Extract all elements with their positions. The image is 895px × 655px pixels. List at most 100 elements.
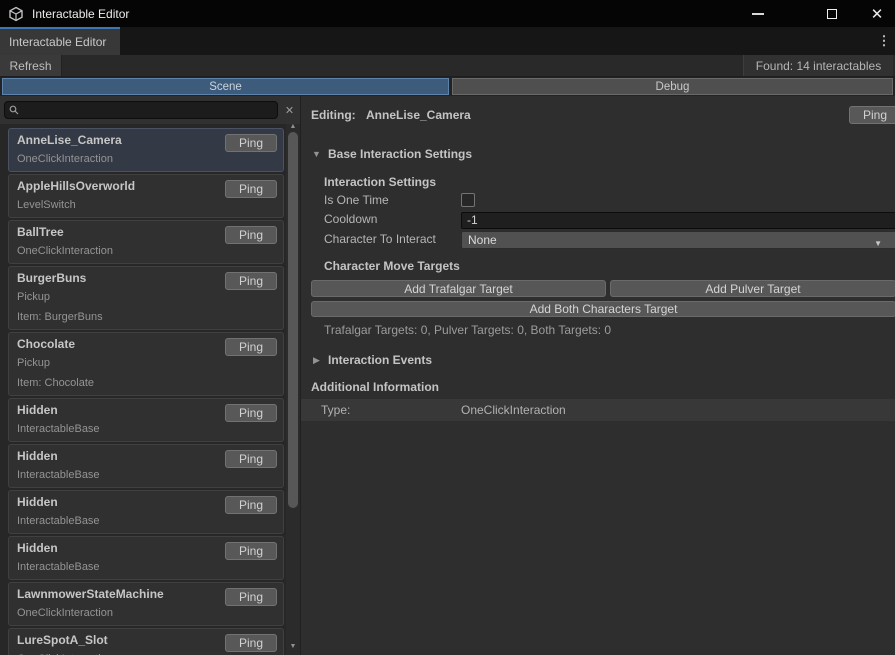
list-item-ping-button[interactable]: Ping xyxy=(225,450,277,468)
list-item[interactable]: BallTreePingOneClickInteraction xyxy=(8,220,284,264)
list-item-lines: InteractableBase xyxy=(17,514,275,534)
interactables-list: AnneLise_CameraPingOneClickInteractionAp… xyxy=(0,124,300,655)
title-bar: Interactable Editor ✕ xyxy=(0,0,895,27)
document-tab-bar: Interactable Editor ⋮ xyxy=(0,27,895,55)
list-item-subtitle: InteractableBase xyxy=(17,514,275,534)
list-item[interactable]: HiddenPingInteractableBase xyxy=(8,444,284,488)
list-item-lines: PickupItem: BurgerBuns xyxy=(17,290,275,330)
list-item-ping-button[interactable]: Ping xyxy=(225,226,277,244)
list-item[interactable]: HiddenPingInteractableBase xyxy=(8,490,284,534)
foldout-collapsed-icon[interactable]: ▶ xyxy=(313,355,320,366)
list-item-subtitle: LevelSwitch xyxy=(17,198,275,218)
list-item[interactable]: HiddenPingInteractableBase xyxy=(8,398,284,442)
search-icon xyxy=(9,105,19,115)
list-item-subtitle: InteractableBase xyxy=(17,422,275,442)
editing-value: AnneLise_Camera xyxy=(366,108,471,122)
type-row: Type: OneClickInteraction xyxy=(301,399,895,421)
targets-summary: Trafalgar Targets: 0, Pulver Targets: 0,… xyxy=(324,323,611,337)
maximize-icon xyxy=(827,9,837,19)
list-item-subtitle: Item: BurgerBuns xyxy=(17,310,275,330)
list-item-lines: PickupItem: Chocolate xyxy=(17,356,275,396)
add-trafalgar-target-button[interactable]: Add Trafalgar Target xyxy=(311,280,606,297)
search-field[interactable] xyxy=(4,101,278,119)
list-item-ping-button[interactable]: Ping xyxy=(225,272,277,290)
list-item-subtitle: OneClickInteraction xyxy=(17,606,275,626)
minimize-button[interactable] xyxy=(743,0,773,27)
editing-label: Editing: xyxy=(311,108,356,122)
list-item-ping-button[interactable]: Ping xyxy=(225,496,277,514)
window-title: Interactable Editor xyxy=(32,7,129,21)
cooldown-label: Cooldown xyxy=(324,212,377,226)
interactable-editor-window: Interactable Editor ✕ Interactable Edito… xyxy=(0,0,895,655)
type-label: Type: xyxy=(321,399,350,421)
list-item-ping-button[interactable]: Ping xyxy=(225,134,277,152)
maximize-button[interactable] xyxy=(817,0,847,27)
character-to-interact-dropdown[interactable]: None ▼ xyxy=(461,231,895,249)
search-clear-icon[interactable]: ✕ xyxy=(281,101,298,119)
app-cube-icon xyxy=(8,6,24,22)
list-item-lines: InteractableBase xyxy=(17,468,275,488)
view-tabs: Scene Debug xyxy=(0,77,895,96)
scroll-up-icon[interactable]: ▲ xyxy=(286,124,300,132)
window-menu-dots-icon[interactable]: ⋮ xyxy=(875,27,893,55)
list-item-lines: OneClickInteraction xyxy=(17,244,275,264)
list-item-ping-button[interactable]: Ping xyxy=(225,180,277,198)
interactables-panel: ✕ AnneLise_CameraPingOneClickInteraction… xyxy=(0,96,300,655)
list-item[interactable]: AppleHillsOverworldPingLevelSwitch xyxy=(8,174,284,218)
list-scrollbar[interactable]: ▲ ▼ xyxy=(286,124,300,655)
list-item-lines: OneClickInteraction xyxy=(17,152,275,172)
list-item-lines: LevelSwitch xyxy=(17,198,275,218)
list-item-lines: InteractableBase xyxy=(17,560,275,580)
found-count-label: Found: 14 interactables xyxy=(743,55,893,76)
search-input[interactable] xyxy=(19,103,277,117)
close-button[interactable]: ✕ xyxy=(862,0,892,27)
tab-scene[interactable]: Scene xyxy=(2,78,449,95)
list-item-ping-button[interactable]: Ping xyxy=(225,588,277,606)
foldout-open-icon[interactable]: ▼ xyxy=(312,149,321,159)
character-dropdown-value: None xyxy=(468,233,497,247)
list-item-subtitle: InteractableBase xyxy=(17,468,275,488)
move-targets-header: Character Move Targets xyxy=(324,259,460,273)
toolbar: Refresh Found: 14 interactables xyxy=(0,55,895,77)
list-item-ping-button[interactable]: Ping xyxy=(225,634,277,652)
list-item-subtitle: InteractableBase xyxy=(17,560,275,580)
chevron-down-icon: ▼ xyxy=(874,236,882,252)
list-item-lines: InteractableBase xyxy=(17,422,275,442)
list-item-ping-button[interactable]: Ping xyxy=(225,542,277,560)
scroll-down-icon[interactable]: ▼ xyxy=(286,642,300,652)
list-item[interactable]: ChocolatePingPickupItem: Chocolate xyxy=(8,332,284,396)
list-item[interactable]: LureSpotA_SlotPingOneClickInteraction xyxy=(8,628,284,655)
add-pulver-target-button[interactable]: Add Pulver Target xyxy=(610,280,895,297)
list-item[interactable]: LawnmowerStateMachinePingOneClickInterac… xyxy=(8,582,284,626)
list-item-ping-button[interactable]: Ping xyxy=(225,404,277,422)
list-item-lines: OneClickInteraction xyxy=(17,606,275,626)
interactables-rows: AnneLise_CameraPingOneClickInteractionAp… xyxy=(8,128,284,655)
scrollbar-thumb[interactable] xyxy=(288,132,298,508)
editor-panel: Editing: AnneLise_Camera Ping ▼ Base Int… xyxy=(300,96,895,655)
tab-interactable-editor[interactable]: Interactable Editor xyxy=(0,27,120,55)
type-value: OneClickInteraction xyxy=(461,399,566,421)
interaction-events-foldout[interactable]: Interaction Events xyxy=(328,353,432,367)
list-item-ping-button[interactable]: Ping xyxy=(225,338,277,356)
editor-ping-button[interactable]: Ping xyxy=(849,106,895,124)
list-item[interactable]: BurgerBunsPingPickupItem: BurgerBuns xyxy=(8,266,284,330)
list-item-subtitle: OneClickInteraction xyxy=(17,152,275,172)
list-item[interactable]: HiddenPingInteractableBase xyxy=(8,536,284,580)
additional-information-header: Additional Information xyxy=(311,380,439,394)
interaction-settings-header: Interaction Settings xyxy=(324,175,436,189)
minimize-icon xyxy=(752,13,764,15)
list-item-subtitle: Pickup xyxy=(17,290,275,310)
character-to-interact-label: Character To Interact xyxy=(324,232,436,246)
list-item-subtitle: Item: Chocolate xyxy=(17,376,275,396)
tab-debug[interactable]: Debug xyxy=(452,78,893,95)
refresh-button[interactable]: Refresh xyxy=(0,55,62,76)
is-one-time-checkbox[interactable] xyxy=(461,193,475,207)
list-item[interactable]: AnneLise_CameraPingOneClickInteraction xyxy=(8,128,284,172)
list-item-subtitle: Pickup xyxy=(17,356,275,376)
add-both-characters-target-button[interactable]: Add Both Characters Target xyxy=(311,301,895,317)
cooldown-input[interactable]: -1 xyxy=(461,212,895,229)
is-one-time-label: Is One Time xyxy=(324,193,389,207)
base-interaction-foldout[interactable]: Base Interaction Settings xyxy=(328,147,472,161)
list-item-subtitle: OneClickInteraction xyxy=(17,244,275,264)
search-row: ✕ xyxy=(0,96,300,124)
